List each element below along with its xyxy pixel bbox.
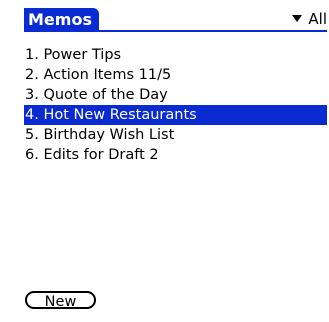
dropdown-triangle-icon [292,15,303,22]
list-item[interactable]: 6. Edits for Draft 2 [24,145,327,165]
memo-list: 1. Power Tips 2. Action Items 11/5 3. Qu… [24,45,327,165]
title-underline [24,30,327,32]
new-button[interactable]: New [25,291,96,310]
category-label: All [308,10,327,28]
app-title: Memos [24,8,99,30]
list-item[interactable]: 3. Quote of the Day [24,85,327,105]
list-item-selected[interactable]: 4. Hot New Restaurants [24,105,327,125]
title-bar: Memos All [24,8,327,34]
memos-screen: Memos All 1. Power Tips 2. Action Items … [0,0,329,322]
list-item[interactable]: 1. Power Tips [24,45,327,65]
list-item[interactable]: 5. Birthday Wish List [24,125,327,145]
list-item[interactable]: 2. Action Items 11/5 [24,65,327,85]
category-picker[interactable]: All [288,9,327,29]
